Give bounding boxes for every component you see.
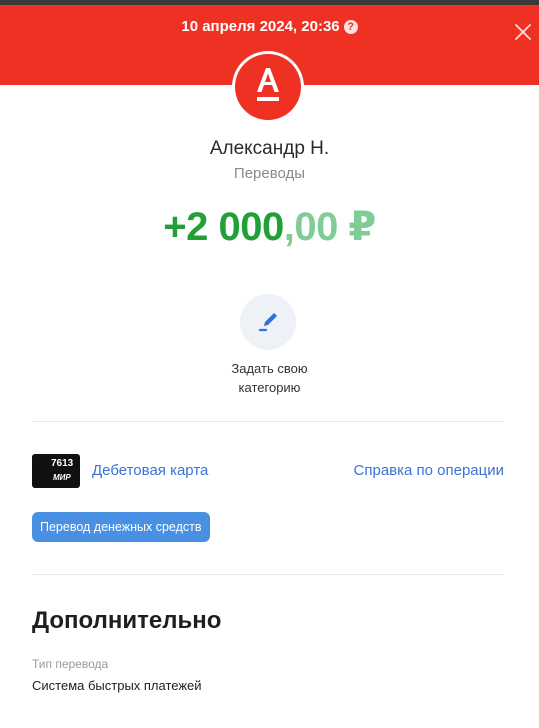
- set-category-label[interactable]: Задать свою категорию: [0, 359, 539, 397]
- category-tag[interactable]: Перевод денежных средств: [32, 512, 210, 542]
- alfa-bank-logo: [257, 68, 279, 101]
- close-icon[interactable]: [514, 23, 532, 41]
- category-label-line1: Задать свою: [231, 361, 308, 376]
- question-circle-icon[interactable]: ?: [343, 20, 358, 34]
- details-section-title: Дополнительно: [32, 607, 222, 634]
- debit-card-link[interactable]: Дебетовая карта: [92, 462, 208, 479]
- card-number-suffix: 7613: [51, 458, 74, 469]
- amount-integer: +2 000: [163, 205, 284, 249]
- operation-help-link[interactable]: Справка по операции: [354, 462, 504, 479]
- transfer-type-value: Система быстрых платежей: [32, 678, 202, 693]
- category-label-line2: категорию: [238, 380, 301, 395]
- divider: [32, 574, 504, 575]
- payment-system-logo: МИР: [53, 473, 71, 482]
- set-category-button[interactable]: [240, 294, 296, 350]
- bank-logo: [235, 54, 301, 120]
- transaction-amount: +2 000,00 ₽: [0, 204, 539, 250]
- transfer-type-label: Тип перевода: [32, 657, 109, 671]
- operation-type: Переводы: [233, 165, 306, 182]
- counterparty-name: Александр Н.: [209, 138, 330, 159]
- transaction-datetime: 10 апреля 2024, 20:36?: [0, 18, 539, 35]
- datetime-text: 10 апреля 2024, 20:36: [181, 18, 340, 35]
- divider: [32, 421, 504, 422]
- pencil-icon: [258, 313, 277, 332]
- amount-fraction: ,00 ₽: [283, 205, 377, 249]
- card-thumbnail: 7613 МИР: [32, 454, 80, 488]
